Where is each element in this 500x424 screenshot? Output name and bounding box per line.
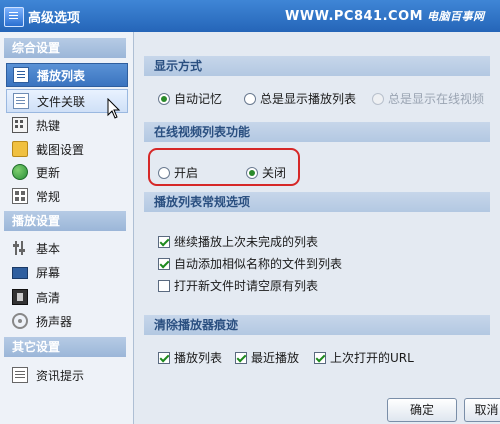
radio-label: 关闭: [262, 166, 287, 180]
radio-label: 自动记忆: [174, 92, 223, 106]
ok-button[interactable]: 确定: [387, 398, 457, 422]
check-clear-playlist[interactable]: 播放列表: [158, 349, 222, 366]
file-icon: [13, 93, 29, 109]
checkbox-label: 自动添加相似名称的文件到列表: [174, 257, 343, 271]
checkbox-label: 上次打开的URL: [330, 351, 414, 365]
checkbox[interactable]: [158, 257, 170, 270]
sidebar-item-general[interactable]: 常规: [6, 184, 128, 208]
online-list-header: 在线视频列表功能: [144, 122, 490, 142]
keyboard-icon: [12, 117, 28, 133]
sidebar-section-general: 综合设置: [4, 38, 126, 58]
sidebar-item-speaker[interactable]: 扬声器: [6, 309, 128, 333]
radio-always-show-online: 总是显示在线视频: [372, 90, 484, 107]
title-bar: 高级选项 WWW.PC841.COM 电脑百事网: [0, 0, 500, 32]
radio-label: 总是显示在线视频: [388, 92, 485, 106]
radio-button[interactable]: [158, 166, 170, 179]
clear-traces-header: 清除播放器痕迹: [144, 315, 490, 335]
radio-button[interactable]: [246, 166, 258, 179]
watermark-brand: 电脑百事网: [427, 10, 485, 23]
grid-icon: [12, 188, 28, 204]
folder-icon: [12, 141, 28, 157]
cursor-icon: [107, 98, 121, 119]
globe-icon: [12, 164, 28, 180]
sidebar-item-playlist[interactable]: 播放列表: [6, 63, 128, 87]
sidebar-item-hd[interactable]: 高清: [6, 285, 128, 309]
watermark-url: WWW.PC841.COM: [285, 9, 424, 24]
window-title: 高级选项: [28, 11, 81, 26]
monitor-icon: [12, 267, 28, 279]
sidebar-item-label: 截图设置: [36, 142, 85, 157]
sidebar-item-screenshot[interactable]: 截图设置: [6, 137, 128, 161]
info-icon: [12, 367, 28, 383]
checkbox[interactable]: [158, 279, 170, 292]
sliders-icon: [12, 240, 28, 256]
checkbox-label: 播放列表: [174, 351, 223, 365]
watermark: WWW.PC841.COM 电脑百事网: [285, 8, 485, 24]
radio-label: 开启: [174, 166, 199, 180]
sidebar: 综合设置 播放列表 文件关联 热键 截图设置 更新 常规 播放设置 基本 屏幕 …: [0, 32, 134, 424]
speaker-icon: [12, 313, 28, 329]
sidebar-section-other: 其它设置: [4, 337, 126, 357]
checkbox[interactable]: [158, 351, 170, 364]
sidebar-item-label: 播放列表: [37, 68, 86, 83]
sidebar-item-label: 屏幕: [36, 265, 61, 280]
list-icon: [13, 67, 29, 83]
sidebar-item-label: 高清: [36, 290, 61, 305]
sidebar-item-label: 文件关联: [37, 94, 86, 109]
sidebar-item-label: 资讯提示: [36, 368, 85, 383]
checkbox-label: 打开新文件时请空原有列表: [174, 279, 319, 293]
list-options-header: 播放列表常规选项: [144, 192, 490, 212]
sidebar-item-update[interactable]: 更新: [6, 160, 128, 184]
film-icon: [12, 289, 28, 305]
radio-online-off[interactable]: 关闭: [246, 164, 286, 181]
radio-button[interactable]: [158, 92, 170, 105]
checkbox-label: 最近播放: [251, 351, 300, 365]
check-clear-on-open[interactable]: 打开新文件时请空原有列表: [158, 277, 318, 294]
sidebar-item-screen[interactable]: 屏幕: [6, 260, 128, 284]
settings-panel: 显示方式 自动记忆 总是显示播放列表 总是显示在线视频 在线视频列表功能 开启 …: [134, 32, 500, 424]
check-clear-recent[interactable]: 最近播放: [235, 349, 299, 366]
sidebar-item-news[interactable]: 资讯提示: [6, 363, 128, 387]
sidebar-item-label: 扬声器: [36, 314, 73, 329]
radio-button[interactable]: [244, 92, 256, 105]
sidebar-item-label: 常规: [36, 189, 61, 204]
check-resume-list[interactable]: 继续播放上次未完成的列表: [158, 233, 318, 250]
radio-online-on[interactable]: 开启: [158, 164, 198, 181]
check-clear-last-url[interactable]: 上次打开的URL: [314, 349, 414, 366]
sidebar-item-label: 热键: [36, 118, 61, 133]
radio-label: 总是显示播放列表: [260, 92, 357, 106]
checkbox[interactable]: [235, 351, 247, 364]
display-mode-header: 显示方式: [144, 56, 490, 76]
sidebar-section-playback: 播放设置: [4, 211, 126, 231]
check-auto-add-similar[interactable]: 自动添加相似名称的文件到列表: [158, 255, 342, 272]
cancel-button[interactable]: 取消: [464, 398, 500, 422]
sidebar-item-basic[interactable]: 基本: [6, 236, 128, 260]
checkbox[interactable]: [158, 235, 170, 248]
radio-button: [372, 92, 384, 105]
app-icon: [4, 7, 24, 27]
checkbox-label: 继续播放上次未完成的列表: [174, 235, 319, 249]
radio-always-show-playlist[interactable]: 总是显示播放列表: [244, 90, 356, 107]
sidebar-item-label: 基本: [36, 241, 61, 256]
sidebar-item-label: 更新: [36, 165, 61, 180]
checkbox[interactable]: [314, 351, 326, 364]
radio-auto-remember[interactable]: 自动记忆: [158, 90, 222, 107]
